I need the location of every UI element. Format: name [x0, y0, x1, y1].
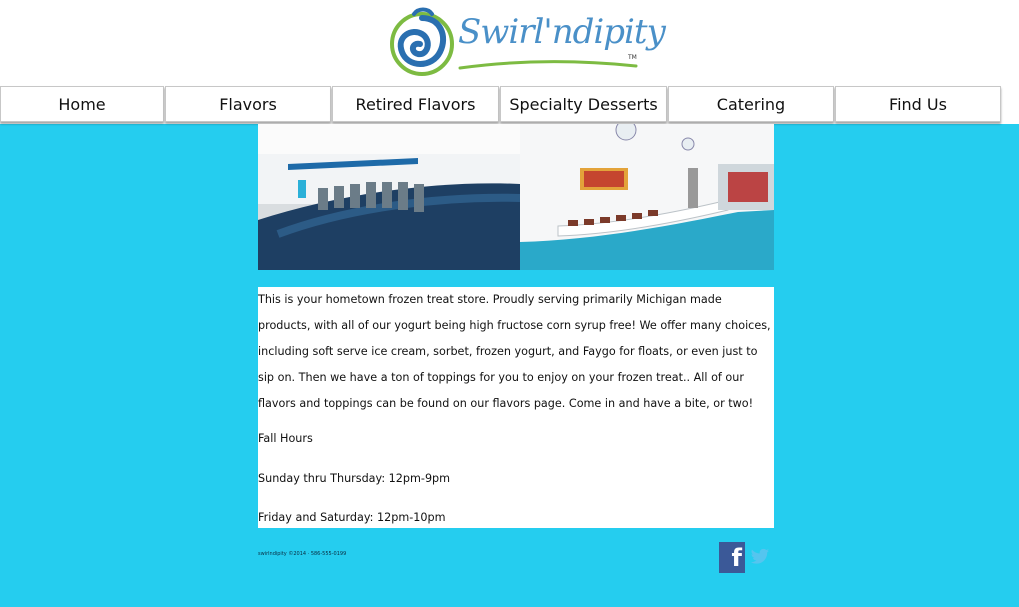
hours-title: Fall Hours — [258, 432, 313, 445]
hours-weekend: Friday and Saturday: 12pm-10pm — [258, 511, 446, 524]
nav-retired-flavors[interactable]: Retired Flavors — [332, 86, 499, 122]
logo-underline-swoosh — [458, 60, 638, 70]
twitter-icon[interactable] — [750, 546, 770, 566]
site-header: Swirl'ndipity TM — [0, 0, 1019, 86]
facebook-icon[interactable]: f — [719, 542, 745, 573]
footer-copyright: swirlndipity ©2014 · 586-555-0199 — [258, 551, 347, 557]
swirl-logo-icon — [390, 7, 454, 76]
nav-specialty-desserts[interactable]: Specialty Desserts — [500, 86, 667, 122]
nav-home[interactable]: Home — [0, 86, 164, 122]
logo-trademark: TM — [628, 54, 637, 61]
hours-weekday: Sunday thru Thursday: 12pm-9pm — [258, 472, 451, 485]
store-panorama-photo — [258, 124, 774, 270]
nav-find-us[interactable]: Find Us — [835, 86, 1001, 122]
swirlndipity-logo[interactable]: Swirl'ndipity TM — [388, 6, 666, 78]
logo-wordmark: Swirl'ndipity — [458, 12, 666, 52]
nav-catering[interactable]: Catering — [668, 86, 834, 122]
main-nav: Home Flavors Retired Flavors Specialty D… — [0, 86, 1019, 124]
about-section: This is your hometown frozen treat store… — [258, 287, 774, 528]
store-interior-image — [258, 124, 774, 270]
intro-paragraph: This is your hometown frozen treat store… — [258, 293, 771, 410]
nav-flavors[interactable]: Flavors — [165, 86, 331, 122]
